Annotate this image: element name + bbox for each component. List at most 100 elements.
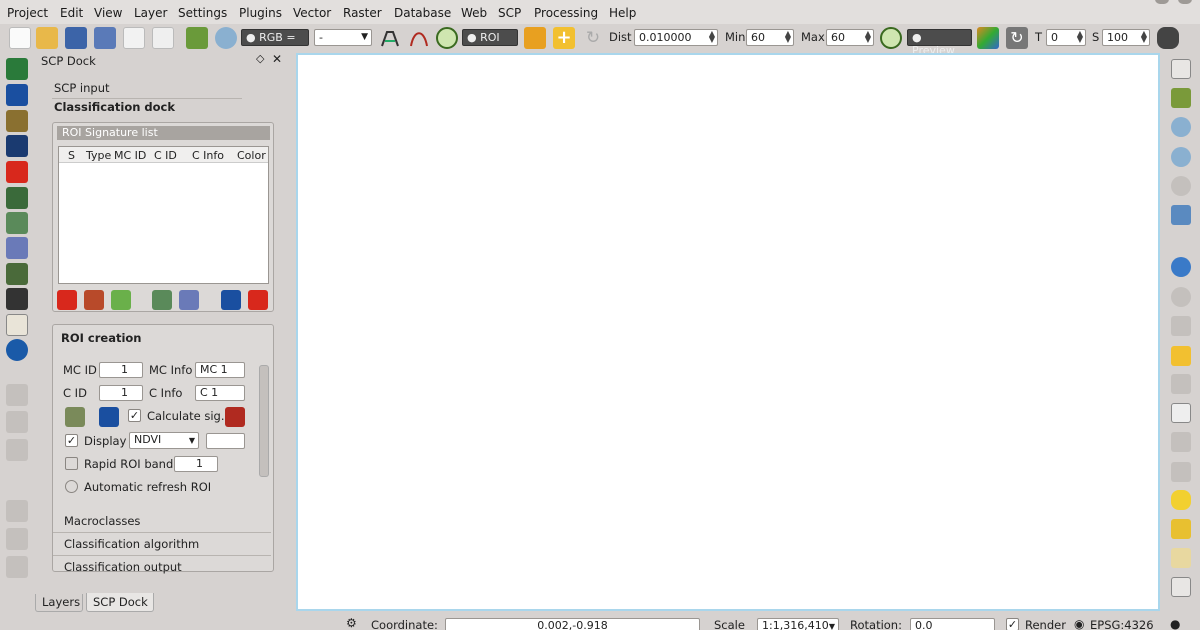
max-spinbox[interactable]: 60 ▲ ▼ [826, 29, 874, 46]
display-checkbox[interactable]: ✓ [65, 434, 78, 447]
menu-vector[interactable]: Vector [293, 6, 331, 20]
tab-layers[interactable]: Layers [35, 594, 83, 612]
map-tips-icon[interactable] [1171, 490, 1191, 510]
mc-info-field[interactable]: MC 1 [195, 362, 245, 378]
band-set-icon[interactable] [6, 58, 28, 80]
show-bookmarks-icon[interactable] [1171, 548, 1191, 568]
roi-scrollbar[interactable] [259, 365, 269, 477]
c-info-field[interactable]: C 1 [195, 385, 245, 401]
new-project-icon[interactable] [9, 27, 31, 49]
scp-band-set-icon[interactable] [186, 27, 208, 49]
tools-icon[interactable] [6, 288, 28, 310]
text-annotation-icon[interactable] [1171, 577, 1191, 597]
scale-select[interactable]: 1:1,316,410 ▼ [757, 618, 839, 630]
deselect-icon[interactable] [1171, 346, 1191, 366]
merge-roi-icon[interactable] [84, 290, 104, 310]
undo-roi-icon[interactable] [99, 407, 119, 427]
col-s[interactable]: S [68, 149, 75, 162]
add-to-scatter-plot-icon[interactable] [179, 290, 199, 310]
menu-scp[interactable]: SCP [498, 6, 521, 20]
section-macroclasses[interactable]: Macroclasses [64, 514, 140, 528]
measure-line-icon[interactable] [1171, 462, 1191, 482]
zoom-roi-icon[interactable] [436, 27, 458, 49]
download-icon[interactable] [6, 84, 28, 106]
min-spinbox[interactable]: 60 ▲ ▼ [746, 29, 794, 46]
float-dock-icon[interactable]: ◇ [256, 52, 264, 65]
calculate-sig-checkbox[interactable]: ✓ [128, 409, 141, 422]
auto-refresh-radio[interactable] [65, 480, 78, 493]
select-rectangle-icon[interactable] [1171, 316, 1191, 336]
vertex-tool-icon[interactable] [6, 500, 28, 522]
rgb-toggle[interactable]: ● RGB = [241, 29, 309, 46]
save-as-icon[interactable] [94, 27, 116, 49]
rapid-roi-checkbox[interactable] [65, 457, 78, 470]
export-icon[interactable] [6, 161, 28, 183]
save-project-icon[interactable] [65, 27, 87, 49]
save-edits-icon[interactable] [6, 439, 28, 461]
identify-icon[interactable] [1171, 257, 1191, 277]
menu-help[interactable]: Help [609, 6, 636, 20]
zoom-native-icon[interactable] [1171, 176, 1191, 196]
t-spinbox[interactable]: 0 ▲ ▼ [1046, 29, 1086, 46]
signature-table[interactable]: S Type MC ID C ID C Info Color [58, 146, 269, 284]
classification-icon[interactable] [6, 187, 28, 209]
menu-web[interactable]: Web [461, 6, 487, 20]
section-classification-algorithm[interactable]: Classification algorithm [64, 537, 199, 551]
coordinate-toggle-icon[interactable]: ⚙ [346, 616, 357, 630]
menu-settings[interactable]: Settings [178, 6, 227, 20]
open-project-icon[interactable] [36, 27, 58, 49]
zoom-full-icon[interactable] [1171, 205, 1191, 225]
col-type[interactable]: Type [86, 149, 111, 162]
coordinate-field[interactable]: 0.002,-0.918 [445, 618, 700, 630]
mc-id-spinbox[interactable]: 1 [99, 362, 143, 378]
new-bookmark-icon[interactable] [1171, 519, 1191, 539]
menu-edit[interactable]: Edit [60, 6, 83, 20]
roi-pointer-icon[interactable] [524, 27, 546, 49]
scatter-plot-icon[interactable] [6, 237, 28, 259]
zoom-out-icon[interactable] [1171, 147, 1191, 167]
dist-spinbox[interactable]: 0.010000 ▲ ▼ [634, 29, 718, 46]
layout-manager-icon[interactable] [152, 27, 174, 49]
messages-icon[interactable]: ● [1170, 617, 1180, 630]
pan-to-selection-icon[interactable] [1171, 88, 1191, 108]
zoom-in-icon[interactable] [1171, 117, 1191, 137]
select-features-icon[interactable] [1171, 287, 1191, 307]
tab-scp-dock[interactable]: SCP Dock [86, 593, 154, 612]
attribute-table-icon[interactable] [1171, 403, 1191, 423]
s-spinbox[interactable]: 100 ▲ ▼ [1102, 29, 1150, 46]
redo-roi-icon[interactable]: ↻ [582, 27, 604, 49]
col-c-id[interactable]: C ID [154, 149, 177, 162]
close-dock-icon[interactable]: ✕ [272, 52, 282, 66]
rgb-select[interactable]: - ▼ [314, 29, 372, 46]
pan-hand-icon[interactable] [1171, 59, 1191, 79]
statistics-icon[interactable] [1171, 432, 1191, 452]
single-pixel-roi-icon[interactable] [65, 407, 85, 427]
close-window-icon[interactable] [1178, 0, 1192, 4]
field-calculator-icon[interactable] [1171, 374, 1191, 394]
print-layout-icon[interactable] [123, 27, 145, 49]
rotate-feature-icon[interactable] [6, 556, 28, 578]
epsg-label[interactable]: EPSG:4326 [1090, 618, 1154, 630]
rapid-roi-spinbox[interactable]: 1 [174, 456, 218, 472]
col-color[interactable]: Color [237, 149, 266, 162]
add-roi-icon[interactable]: + [553, 27, 575, 49]
render-checkbox[interactable]: ✓ [1006, 618, 1019, 630]
move-feature-icon[interactable] [6, 528, 28, 550]
menu-layer[interactable]: Layer [134, 6, 167, 20]
zoom-input-image-icon[interactable] [215, 27, 237, 49]
redo-preview-icon[interactable]: ↻ [1006, 27, 1028, 49]
calculate-signature-icon[interactable] [111, 290, 131, 310]
menu-processing[interactable]: Processing [534, 6, 598, 20]
zoom-preview-icon[interactable] [880, 27, 902, 49]
preview-toggle[interactable]: ● Preview [907, 29, 972, 57]
preprocessing-icon[interactable] [6, 110, 28, 132]
minimize-icon[interactable] [1155, 0, 1169, 4]
rotation-spinbox[interactable]: 0.0 [910, 618, 995, 630]
col-mc-id[interactable]: MC ID [114, 149, 146, 162]
spectral-plot-icon[interactable] [408, 27, 430, 49]
import-signature-icon[interactable] [221, 290, 241, 310]
menu-database[interactable]: Database [394, 6, 451, 20]
map-canvas[interactable] [296, 53, 1160, 611]
spectral-plot-icon[interactable] [6, 212, 28, 234]
col-c-info[interactable]: C Info [192, 149, 224, 162]
